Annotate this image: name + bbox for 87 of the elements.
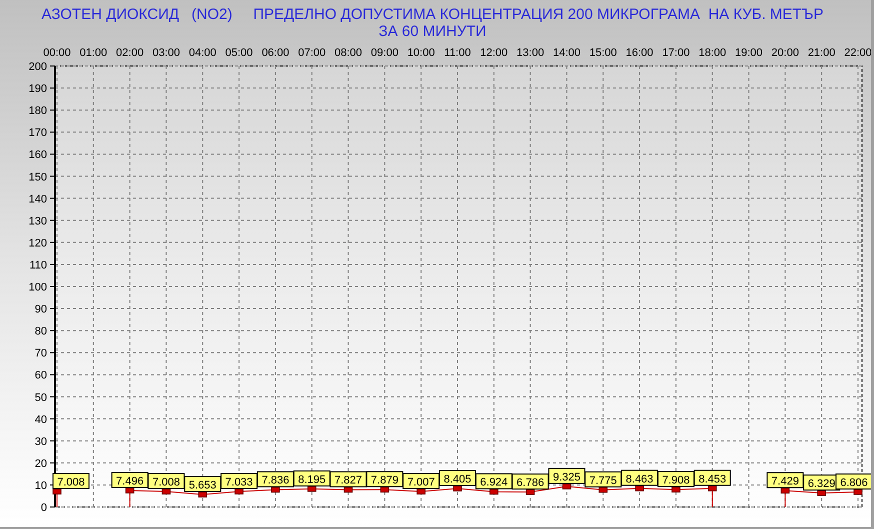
y-tick-label: 60 <box>34 370 47 382</box>
x-tick-label: 11:00 <box>444 47 471 59</box>
data-point-marker <box>344 486 353 493</box>
data-point-marker <box>598 486 608 493</box>
x-tick-label: 19:00 <box>735 47 763 59</box>
x-tick-label: 22:00 <box>844 47 871 59</box>
x-tick-label: 20:00 <box>771 47 799 59</box>
x-tick-label: 10:00 <box>407 47 435 59</box>
y-tick-label: 160 <box>28 149 47 162</box>
y-tick-label: 90 <box>34 304 47 316</box>
data-label: 6.806 <box>836 474 871 490</box>
y-tick-label: 70 <box>34 348 47 360</box>
x-tick-label: 09:00 <box>370 47 398 59</box>
y-tick-label: 80 <box>34 326 47 338</box>
data-point-marker <box>854 489 862 495</box>
data-label: 5.653 <box>184 476 222 492</box>
x-tick-label: 03:00 <box>152 47 180 59</box>
x-tick-label: 12:00 <box>480 47 508 59</box>
y-tick-label: 190 <box>28 83 47 96</box>
y-tick-label: 200 <box>28 61 47 73</box>
x-tick-label: 18:00 <box>698 47 726 59</box>
data-label: 9.325 <box>548 468 586 484</box>
data-label: 7.836 <box>256 471 294 488</box>
chart-title: ЗА 60 МИНУТИ <box>378 23 486 40</box>
x-tick-label: 17:00 <box>662 47 690 59</box>
x-tick-label: 21:00 <box>808 47 836 59</box>
y-tick-label: 180 <box>28 105 47 118</box>
y-tick-label: 20 <box>34 458 47 470</box>
data-point-marker <box>125 488 134 494</box>
data-point-marker <box>307 486 316 492</box>
data-label: 7.496 <box>111 472 148 488</box>
data-point-marker <box>672 486 680 492</box>
x-tick-label: 14:00 <box>552 47 580 59</box>
y-tick-label: 30 <box>34 436 47 448</box>
x-tick-label: 08:00 <box>334 47 362 59</box>
data-label: 7.429 <box>766 472 804 488</box>
data-point-marker <box>526 489 535 495</box>
chart-title: АЗОТЕН ДИОКСИД (NO2) ПРЕДЕЛНО ДОПУСТИМА КОНЦЕНТРАЦИЯ 200 МИКРОГРАМА НА КУБ. МЕТЪР <box>42 6 824 23</box>
data-point-marker <box>453 486 462 492</box>
data-label: 7.827 <box>330 471 367 488</box>
data-label: 6.329 <box>803 474 840 491</box>
y-tick-label: 130 <box>28 215 47 228</box>
x-tick-label: 16:00 <box>626 47 654 59</box>
x-tick-label: 15:00 <box>589 47 617 59</box>
y-tick-label: 50 <box>34 392 47 404</box>
x-tick-label: 01:00 <box>80 47 108 59</box>
y-tick-label: 100 <box>28 282 47 294</box>
y-tick-label: 120 <box>28 237 47 250</box>
y-tick-label: 110 <box>29 259 47 272</box>
data-label: 8.195 <box>293 470 330 486</box>
data-point-marker <box>416 488 426 494</box>
data-label: 7.008 <box>148 473 185 490</box>
data-label: 8.405 <box>439 470 476 486</box>
x-tick-label: 06:00 <box>262 47 290 59</box>
data-label: 8.463 <box>621 470 658 486</box>
data-label: 7.033 <box>220 473 258 489</box>
data-point-marker <box>198 492 208 498</box>
data-point-marker <box>162 488 171 494</box>
data-point-marker <box>817 490 826 496</box>
data-label: 6.924 <box>475 473 512 490</box>
x-tick-label: 00:00 <box>43 47 71 59</box>
data-label: 7.879 <box>366 471 404 488</box>
y-tick-label: 150 <box>28 171 47 184</box>
y-tick-label: 170 <box>28 127 47 140</box>
data-point-marker <box>52 488 62 494</box>
data-label: 8.453 <box>694 470 731 486</box>
data-point-marker <box>562 484 572 490</box>
x-tick-label: 07:00 <box>298 47 326 59</box>
data-point-marker <box>708 485 717 492</box>
data-point-marker <box>234 488 244 494</box>
data-label: 7.775 <box>584 471 622 488</box>
x-tick-label: 02:00 <box>116 47 144 59</box>
data-point-marker <box>780 488 790 494</box>
x-tick-label: 13:00 <box>516 47 544 59</box>
data-point-marker <box>490 488 498 495</box>
data-point-marker <box>380 486 390 493</box>
y-tick-label: 40 <box>34 414 47 426</box>
data-label: 6.786 <box>512 474 549 490</box>
x-tick-label: 05:00 <box>225 47 253 59</box>
data-label: 7.908 <box>657 471 694 488</box>
data-label: 7.008 <box>52 473 90 490</box>
y-tick-label: 0 <box>40 502 47 514</box>
y-tick-label: 10 <box>34 480 47 492</box>
x-tick-label: 04:00 <box>188 47 216 59</box>
data-point-marker <box>271 486 280 493</box>
y-tick-label: 140 <box>28 193 47 206</box>
data-label: 7.007 <box>402 473 440 490</box>
